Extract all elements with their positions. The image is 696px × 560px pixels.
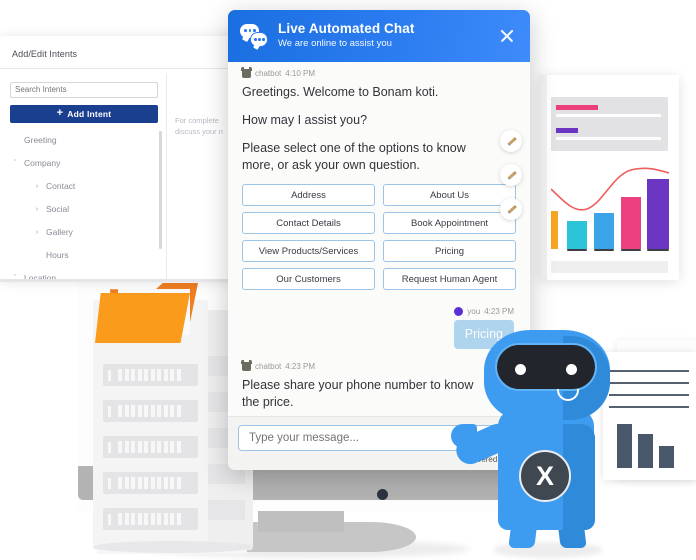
mascot-eye-left [515,364,526,375]
axis-tick [567,249,587,251]
axis-tick [594,249,614,251]
bot-message: Greetings. Welcome to Bonam koti. [242,85,439,99]
option-row: Address About Us [242,184,516,206]
intents-app-window: Add/Edit Intents + Add Intent Greeting ˇ… [0,36,254,283]
placeholder-line [556,114,661,117]
chat-header: Live Automated Chat We are online to ass… [228,10,530,62]
mascot-eye-right [566,364,577,375]
chat-subtitle: We are online to assist you [278,38,392,49]
mascot-hand [451,424,477,448]
placeholder-line [556,137,661,140]
chevron-right-icon: › [35,228,39,236]
rack-shadow [93,541,253,553]
tree-item-social[interactable]: › Social [10,198,158,221]
panel-divider [166,73,167,279]
pencil-icon [506,170,517,181]
window-bottom-edge [0,279,254,282]
badge-letter: X [535,460,554,491]
tree-item-label: Hours [46,250,69,260]
chat-bubbles-icon [240,23,270,49]
option-address[interactable]: Address [242,184,375,206]
tree-item-label: Company [24,158,61,168]
edit-message-button[interactable] [500,164,522,186]
bar-1 [551,211,558,249]
pencil-icon [506,204,517,215]
bar-3 [594,213,614,249]
option-contact-details[interactable]: Contact Details [242,212,375,234]
doc-bar-3 [659,446,674,468]
search-input[interactable] [10,81,158,98]
edit-message-button[interactable] [500,198,522,220]
intents-app-body: + Add Intent Greeting ˇ Company › Contac… [0,69,254,283]
bot-avatar-icon [241,360,252,371]
option-pricing[interactable]: Pricing [383,240,516,262]
bar-4 [621,197,641,249]
tree-item-company[interactable]: ˇ Company [10,152,158,175]
option-request-human-agent[interactable]: Request Human Agent [383,268,516,290]
close-icon[interactable] [496,25,518,47]
option-view-products-services[interactable]: View Products/Services [242,240,375,262]
message-author: chatbot [255,69,282,78]
plus-icon: + [56,107,64,119]
chevron-down-icon: ˇ [13,159,17,167]
message-author: chatbot [255,362,282,371]
add-intent-label: Add Intent [67,108,112,119]
tree-item-label: Gallery [46,227,73,237]
accent-bar-pink [556,105,598,110]
mascot-logo-badge: X [519,450,571,502]
tree-item-location[interactable]: ˇ Location [10,267,158,290]
folder-front [95,293,190,343]
card-footer-strip [551,261,668,273]
card-header-panel [551,97,668,151]
option-our-customers[interactable]: Our Customers [242,268,375,290]
tree-item-label: Contact [46,181,76,191]
chat-header-titles: Live Automated Chat We are online to ass… [278,21,496,51]
chevron-right-icon: › [35,205,39,213]
option-row: Contact Details Book Appointment [242,212,516,234]
dashboard-card [539,75,679,280]
page-title: Add/Edit Intents [12,49,78,59]
intents-panel: + Add Intent Greeting ˇ Company › Contac… [10,79,162,283]
bar-2 [567,221,587,249]
tree-item-gallery[interactable]: › Gallery [10,221,158,244]
message-time: 4:10 PM [285,69,316,78]
chat-title: Live Automated Chat [278,21,415,36]
tree-item-label: Social [46,204,70,214]
quick-reply-options: Address About Us Contact Details Book Ap… [228,181,530,300]
bar-5 [647,179,669,249]
accent-bar-purple [556,128,578,133]
bot-avatar-icon [241,67,252,78]
bot-message: How may I assist you? [242,113,368,127]
tree-item-label: Greeting [24,135,57,145]
option-book-appointment[interactable]: Book Appointment [383,212,516,234]
monitor-camera-dot [377,489,388,500]
intent-tree: Greeting ˇ Company › Contact › Social › … [10,129,162,290]
edit-message-button[interactable] [500,130,522,152]
card-side-strip [539,75,547,280]
mascot-visor [495,343,597,401]
axis-tick [621,249,641,251]
tree-item-contact[interactable]: › Contact [10,175,158,198]
option-row: Our Customers Request Human Agent [242,268,516,290]
doc-bar-2 [638,434,653,468]
bar-chart [551,163,671,258]
option-about-us[interactable]: About Us [383,184,516,206]
chevron-right-icon: › [35,182,39,190]
scene: Add/Edit Intents + Add Intent Greeting ˇ… [0,0,696,560]
message-meta: chatbot 4:10 PM [228,62,530,80]
pencil-icon [506,136,517,147]
bot-message: Please select one of the options to know… [242,141,466,172]
message-time: 4:23 PM [285,362,316,371]
chatbot-mascot: X [451,312,635,558]
tree-item-greeting[interactable]: Greeting [10,129,158,152]
tree-scrollbar[interactable] [159,130,162,249]
option-row: View Products/Services Pricing [242,240,516,262]
add-intent-button[interactable]: + Add Intent [10,104,158,123]
axis-tick [647,249,669,251]
tree-item-hours[interactable]: Hours [10,244,158,267]
